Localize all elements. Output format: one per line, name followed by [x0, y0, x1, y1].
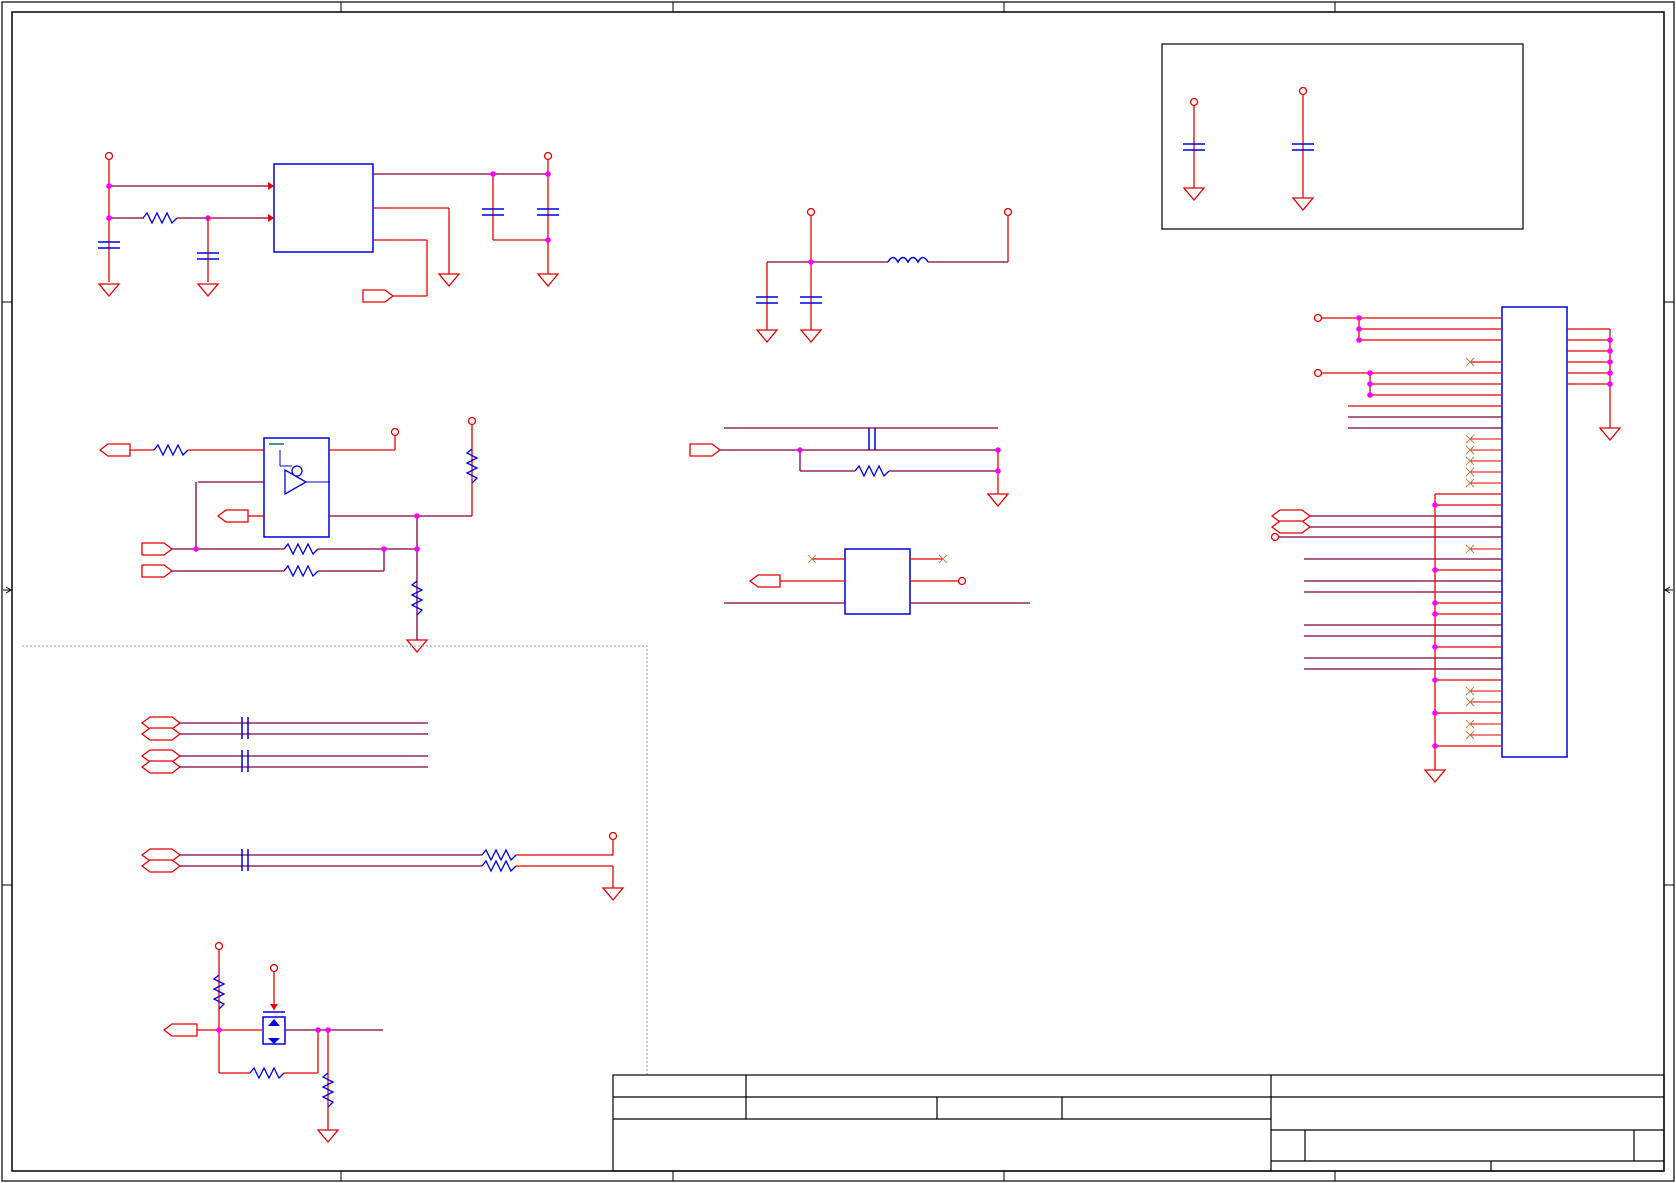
decoupling-box — [1161, 43, 1524, 230]
regulator-ic — [273, 163, 374, 253]
regulator-section — [97, 151, 560, 303]
title-block — [612, 1074, 1665, 1172]
small-ic-section — [724, 548, 1030, 615]
inductor — [887, 256, 929, 264]
ac-coupling-section — [689, 427, 1009, 507]
lc-filter-section — [755, 207, 1013, 343]
lower-left-section — [22, 645, 648, 1075]
connector-section — [1270, 306, 1621, 783]
small-ic — [844, 548, 911, 615]
schematic-sheet — [0, 0, 1676, 1183]
level-shifter-section — [162, 941, 383, 1143]
buffer-symbol — [284, 468, 308, 496]
schematic-canvas — [1, 1, 1675, 1182]
connector-body — [1501, 306, 1568, 758]
inverter-section — [99, 416, 478, 653]
